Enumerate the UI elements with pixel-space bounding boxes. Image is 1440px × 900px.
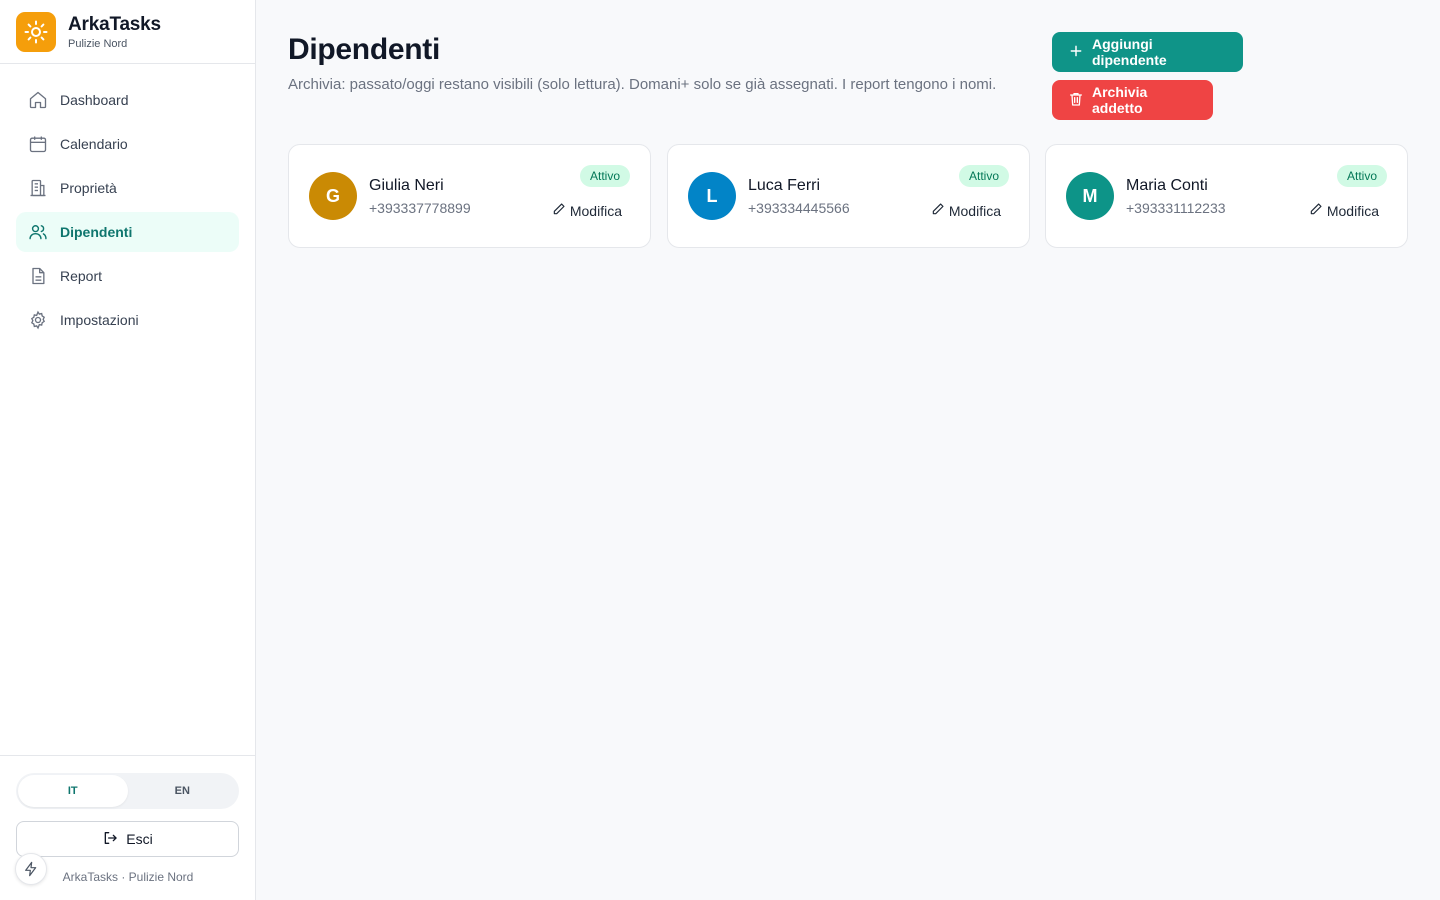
employee-name: Giulia Neri bbox=[369, 177, 444, 194]
employee-phone: +393331112233 bbox=[1126, 200, 1226, 216]
brand-subtitle: Pulizie Nord bbox=[68, 37, 128, 50]
sidebar-item-impostazioni[interactable]: Impostazioni bbox=[16, 300, 239, 340]
add-employee-label: Aggiungi dipendente bbox=[1092, 36, 1167, 68]
trash-icon bbox=[1068, 91, 1084, 110]
page-title: Dipendenti bbox=[288, 33, 440, 66]
pencil-icon bbox=[931, 202, 945, 219]
plus-icon bbox=[1068, 43, 1084, 62]
pencil-icon bbox=[1309, 202, 1323, 219]
logout-label: Esci bbox=[126, 831, 153, 847]
sidebar-item-dipendenti[interactable]: Dipendenti bbox=[16, 212, 239, 252]
employee-card: M Maria Conti +393331112233 Attivo Modif… bbox=[1045, 144, 1408, 248]
edit-label: Modifica bbox=[569, 202, 622, 219]
edit-label: Modifica bbox=[1326, 202, 1379, 219]
home-icon bbox=[28, 90, 48, 110]
sun-icon bbox=[16, 11, 56, 52]
edit-employee-button[interactable]: Modifica bbox=[552, 202, 622, 219]
sidebar-footer: IT EN Esci ArkaTasks · Pulizie Nord bbox=[0, 755, 256, 900]
file-text-icon bbox=[28, 266, 48, 286]
edit-label: Modifica bbox=[948, 202, 1001, 219]
language-en-button[interactable]: EN bbox=[128, 775, 238, 807]
sidebar-item-report[interactable]: Report bbox=[16, 256, 239, 296]
building-icon bbox=[28, 178, 48, 198]
add-employee-button[interactable]: Aggiungi dipendente bbox=[1052, 32, 1243, 72]
bolt-icon[interactable] bbox=[15, 853, 47, 885]
archive-employee-label: Archivia addetto bbox=[1092, 84, 1148, 116]
sidebar-item-label: Dashboard bbox=[60, 92, 129, 108]
logout-icon bbox=[102, 830, 118, 849]
calendar-icon bbox=[28, 134, 48, 154]
edit-employee-button[interactable]: Modifica bbox=[931, 202, 1001, 219]
brand-name: ArkaTasks bbox=[68, 13, 161, 35]
employee-phone: +393337778899 bbox=[369, 200, 471, 216]
status-badge: Attivo bbox=[1336, 165, 1387, 187]
sidebar-item-label: Report bbox=[60, 268, 103, 284]
sidebar: ArkaTasks Pulizie Nord Dashboard Calenda… bbox=[0, 0, 256, 900]
logout-button[interactable]: Esci bbox=[16, 821, 239, 857]
avatar: L bbox=[688, 172, 736, 220]
avatar: G bbox=[309, 172, 357, 220]
employee-name: Maria Conti bbox=[1126, 177, 1208, 194]
employee-phone: +393334445566 bbox=[748, 200, 850, 216]
brand-header: ArkaTasks Pulizie Nord bbox=[0, 0, 255, 64]
sidebar-item-proprieta[interactable]: Proprietà bbox=[16, 168, 239, 208]
sidebar-item-dashboard[interactable]: Dashboard bbox=[16, 80, 239, 120]
sidebar-nav: Dashboard Calendario Proprietà Dipendent… bbox=[16, 80, 239, 344]
edit-employee-button[interactable]: Modifica bbox=[1309, 202, 1379, 219]
status-badge: Attivo bbox=[579, 165, 630, 187]
language-switch: IT EN bbox=[16, 773, 239, 809]
sidebar-item-label: Calendario bbox=[60, 136, 128, 152]
sidebar-item-label: Impostazioni bbox=[60, 312, 139, 328]
pencil-icon bbox=[552, 202, 566, 219]
status-badge: Attivo bbox=[958, 165, 1009, 187]
page-description: Archivia: passato/oggi restano visibili … bbox=[288, 76, 997, 93]
avatar: M bbox=[1066, 172, 1114, 220]
sidebar-item-label: Proprietà bbox=[60, 180, 117, 196]
sidebar-item-calendario[interactable]: Calendario bbox=[16, 124, 239, 164]
archive-employee-button[interactable]: Archivia addetto bbox=[1052, 80, 1213, 120]
employee-card: L Luca Ferri +393334445566 Attivo Modifi… bbox=[667, 144, 1030, 248]
language-it-button[interactable]: IT bbox=[18, 775, 128, 807]
employee-card: G Giulia Neri +393337778899 Attivo Modif… bbox=[288, 144, 651, 248]
employee-name: Luca Ferri bbox=[748, 177, 821, 194]
sidebar-item-label: Dipendenti bbox=[60, 224, 133, 240]
users-icon bbox=[28, 222, 48, 242]
gear-icon bbox=[28, 310, 48, 330]
